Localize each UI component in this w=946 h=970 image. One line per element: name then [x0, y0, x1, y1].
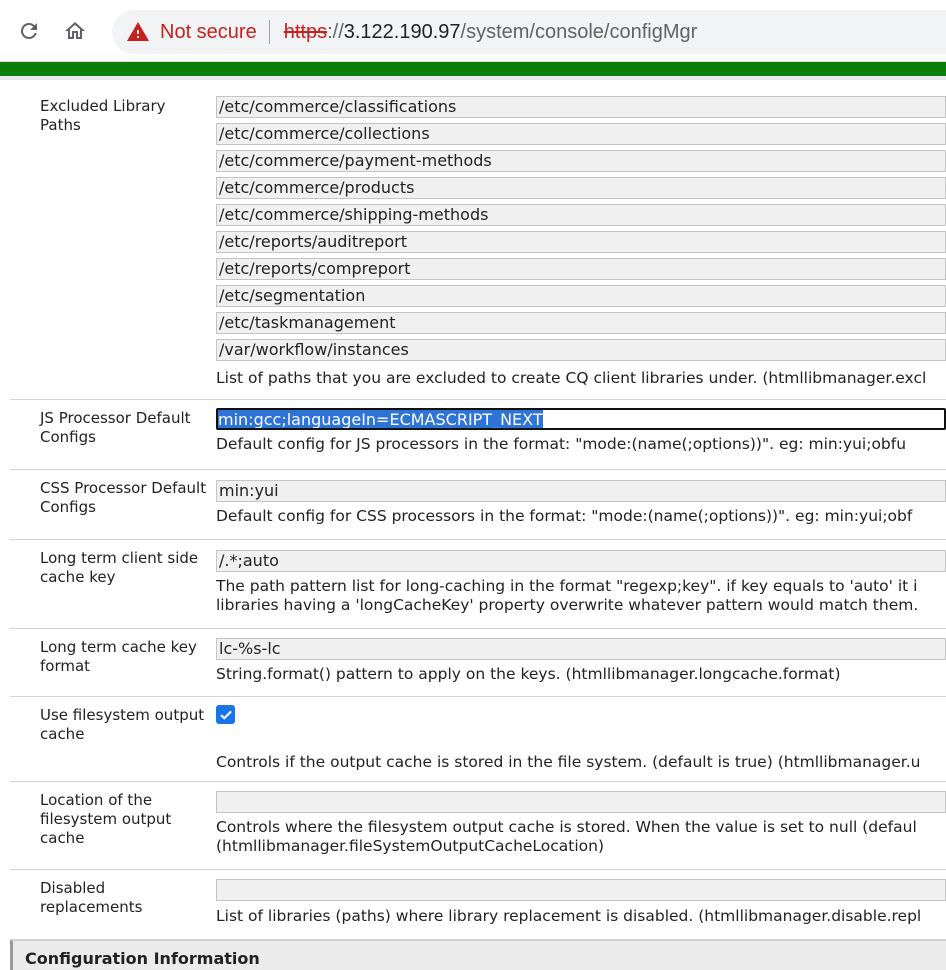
disabled-replacements-label: Disabled replacements — [40, 879, 143, 916]
excluded-paths-list: /etc/commerce/classifications /etc/comme… — [216, 96, 946, 388]
css-processor-description: Default config for CSS processors in the… — [216, 507, 913, 525]
excluded-path-input[interactable]: /etc/commerce/payment-methods — [216, 150, 946, 172]
browser-toolbar: Not secure https://3.122.190.97/system/c… — [0, 0, 946, 62]
long-term-format-input[interactable]: lc-%s-lc — [216, 638, 946, 660]
excluded-path-input[interactable]: /etc/taskmanagement — [216, 312, 946, 334]
long-term-client-description-2: libraries having a 'longCacheKey' proper… — [216, 596, 919, 614]
excluded-path-input[interactable]: /etc/reports/compreport — [216, 258, 946, 280]
fs-location-description-2: (htmllibmanager.fileSystemOutputCacheLoc… — [216, 837, 605, 855]
fs-cache-checkbox[interactable] — [216, 705, 235, 724]
excluded-path-input[interactable]: /etc/commerce/shipping-methods — [216, 204, 946, 226]
url-path: /system/console/configMgr — [460, 20, 698, 43]
long-term-client-description: The path pattern list for long-caching i… — [216, 577, 918, 595]
js-processor-label: JS Processor Default Configs — [40, 409, 191, 446]
excluded-path-input[interactable]: /etc/commerce/products — [216, 177, 946, 199]
disabled-replacements-description: List of libraries (paths) where library … — [216, 907, 922, 925]
warning-icon — [127, 22, 149, 41]
excluded-path-input[interactable]: /var/workflow/instances — [216, 339, 946, 361]
url-scheme: https — [283, 20, 328, 43]
row-long-term-client-cache: Long term client side cache key /.*;auto… — [10, 540, 946, 629]
long-term-client-label: Long term client side cache key — [40, 549, 199, 586]
fs-location-label: Location of the filesystem output cache — [40, 791, 172, 847]
fs-location-input[interactable] — [216, 791, 946, 813]
row-filesystem-cache: Use filesystem output cache Controls if … — [10, 697, 946, 782]
excluded-path-input[interactable]: /etc/commerce/classifications — [216, 96, 946, 118]
fs-location-description: Controls where the filesystem output cac… — [216, 818, 917, 836]
css-processor-label: CSS Processor Default Configs — [40, 479, 207, 516]
header-bar — [0, 62, 946, 76]
excluded-path-input[interactable]: /etc/reports/auditreport — [216, 231, 946, 253]
row-js-processor: JS Processor Default Configs min:gcc;lan… — [10, 400, 946, 470]
checkmark-icon — [219, 710, 232, 720]
excluded-path-input[interactable]: /etc/commerce/collections — [216, 123, 946, 145]
url-host: 3.122.190.97 — [343, 20, 461, 43]
row-filesystem-location: Location of the filesystem output cache … — [10, 782, 946, 870]
reload-icon[interactable] — [14, 16, 44, 46]
clipped-row-edge — [0, 76, 946, 80]
config-table: Excluded Library Paths /etc/commerce/cla… — [10, 88, 946, 940]
security-indicator[interactable]: Not secure — [160, 21, 257, 44]
home-icon[interactable] — [60, 16, 90, 46]
excluded-paths-description: List of paths that you are excluded to c… — [216, 369, 927, 387]
configuration-information-title: Configuration Information — [25, 949, 260, 968]
row-long-term-cache-format: Long term cache key format lc-%s-lc Stri… — [10, 629, 946, 697]
url-text[interactable]: https://3.122.190.97/system/console/conf… — [284, 21, 698, 44]
address-divider — [268, 20, 270, 44]
css-processor-input[interactable]: min:yui — [216, 480, 946, 502]
row-excluded-library-paths: Excluded Library Paths /etc/commerce/cla… — [10, 88, 946, 400]
fs-cache-description: Controls if the output cache is stored i… — [216, 753, 921, 771]
excluded-paths-label: Excluded Library Paths — [40, 97, 166, 134]
configuration-information-header[interactable]: Configuration Information — [10, 940, 946, 970]
js-processor-description: Default config for JS processors in the … — [216, 435, 907, 453]
long-term-format-description: String.format() pattern to apply on the … — [216, 665, 841, 683]
excluded-path-input[interactable]: /etc/segmentation — [216, 285, 946, 307]
long-term-client-input[interactable]: /.*;auto — [216, 550, 946, 572]
js-processor-value: min:gcc;languageIn=ECMASCRIPT_NEXT — [218, 410, 543, 429]
fs-cache-label: Use filesystem output cache — [40, 706, 205, 743]
row-disabled-replacements: Disabled replacements List of libraries … — [10, 870, 946, 940]
disabled-replacements-input[interactable] — [216, 879, 946, 901]
row-css-processor: CSS Processor Default Configs min:yui De… — [10, 470, 946, 540]
long-term-format-label: Long term cache key format — [40, 638, 197, 675]
url-separator: :// — [327, 20, 344, 43]
js-processor-input[interactable]: min:gcc;languageIn=ECMASCRIPT_NEXT — [216, 408, 946, 430]
address-bar[interactable]: Not secure https://3.122.190.97/system/c… — [112, 10, 946, 54]
